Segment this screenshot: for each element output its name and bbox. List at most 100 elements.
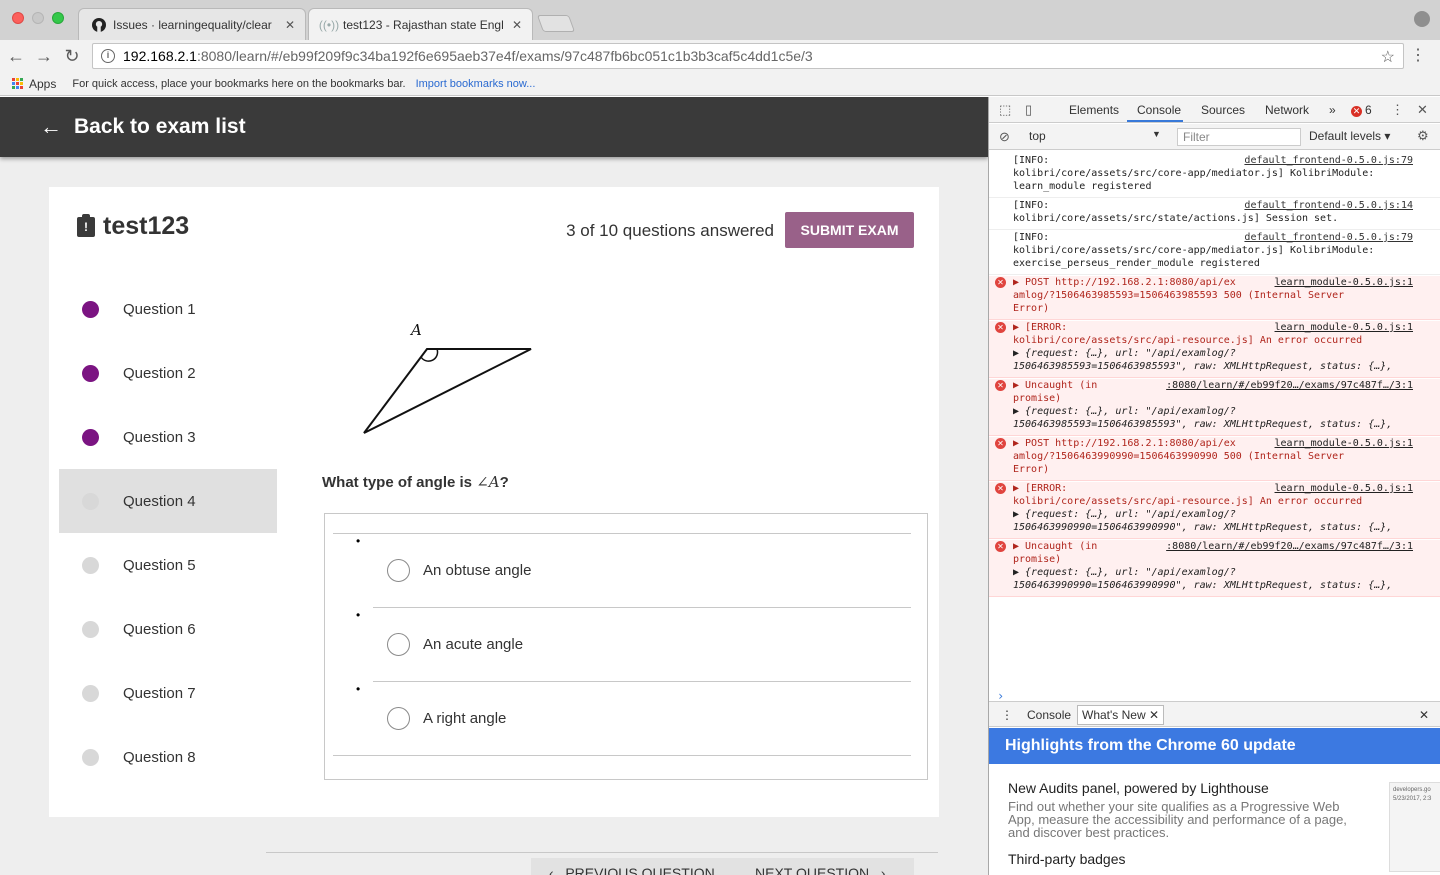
error-count: 6: [1365, 103, 1372, 117]
unanswered-dot-icon: [82, 492, 99, 510]
forward-icon[interactable]: →: [34, 46, 54, 66]
error-icon: ✕: [995, 322, 1006, 333]
console-line: kolibri/core/assets/src/api-resource.js]…: [1013, 496, 1363, 507]
browser-tab-issues[interactable]: Issues · learningequality/clear ✕: [78, 8, 306, 40]
tab-sources[interactable]: Sources: [1201, 103, 1245, 117]
source-link[interactable]: learn_module-0.5.0.js:1: [1275, 276, 1413, 289]
browser-tab-title: Issues · learningequality/clear: [113, 17, 272, 32]
console-messages: › default_frontend-0.5.0.js:79 [INFO: koli…: [989, 151, 1440, 703]
answer-option[interactable]: An acute angle: [373, 608, 911, 682]
whats-new-banner: Highlights from the Chrome 60 update: [989, 728, 1440, 764]
console-error-message[interactable]: ✕:8080/learn/#/eb99f20…/exams/97c487f…/3…: [989, 540, 1440, 597]
close-icon[interactable]: ✕: [285, 18, 295, 32]
profile-icon[interactable]: [1414, 11, 1430, 27]
question-nav-item[interactable]: Question 6: [59, 597, 277, 661]
source-link[interactable]: default_frontend-0.5.0.js:79: [1244, 154, 1413, 167]
reload-icon[interactable]: ↻: [62, 46, 82, 66]
console-error-message[interactable]: ✕ learn_module-0.5.0.js:1 ▶ POST http://19…: [989, 437, 1440, 481]
browser-menu-icon[interactable]: ⋮: [1410, 46, 1426, 66]
close-icon[interactable]: ✕: [1149, 708, 1159, 722]
chevron-down-icon[interactable]: ▼: [1152, 129, 1161, 139]
browser-tab-title: test123 - Rajasthan state Engl: [343, 17, 504, 32]
exam-title: test123: [103, 212, 190, 240]
close-window-button[interactable]: [12, 12, 24, 24]
kolibri-icon: ((•)): [318, 17, 340, 32]
log-levels-dropdown[interactable]: Default levels ▾: [1309, 129, 1390, 143]
back-to-exam-list-link[interactable]: Back to exam list: [74, 115, 246, 139]
error-count-badge[interactable]: ✕ 6: [1351, 103, 1372, 117]
submit-exam-button[interactable]: SUBMIT EXAM: [785, 212, 914, 248]
inspect-element-icon[interactable]: ⬚: [999, 102, 1011, 118]
url-host: 192.168.2.1: [123, 48, 197, 64]
info-icon[interactable]: i: [101, 49, 115, 63]
source-link[interactable]: :8080/learn/#/eb99f20…/exams/97c487f…/3:…: [1166, 540, 1413, 553]
back-arrow-icon[interactable]: ←: [40, 114, 62, 140]
radio-button[interactable]: [387, 559, 410, 582]
source-link[interactable]: :8080/learn/#/eb99f20…/exams/97c487f…/3:…: [1166, 379, 1413, 392]
device-toolbar-icon[interactable]: ▯: [1025, 102, 1032, 118]
next-question-button[interactable]: NEXT QUESTION ›: [755, 865, 885, 875]
minimize-window-button[interactable]: [32, 12, 44, 24]
console-line: 1506463985593=1506463985593", raw: XMLHt…: [1013, 419, 1393, 430]
whats-new-item-title[interactable]: Third-party badges: [1008, 851, 1126, 867]
console-info-message[interactable]: default_frontend-0.5.0.js:79 [INFO: kolibr…: [989, 154, 1440, 198]
exam-clipboard-icon: !: [77, 214, 95, 237]
console-info-message[interactable]: default_frontend-0.5.0.js:79 [INFO: kolibr…: [989, 231, 1440, 275]
console-filter-input[interactable]: Filter: [1177, 128, 1301, 146]
apps-label[interactable]: Apps: [29, 77, 56, 91]
question-nav-item[interactable]: Question 2: [59, 341, 277, 405]
devtools-menu-icon[interactable]: ⋮: [1391, 102, 1404, 118]
console-line: kolibri/core/assets/src/api-resource.js]…: [1013, 335, 1363, 346]
tab-console[interactable]: Console: [1137, 103, 1181, 117]
radio-button[interactable]: [387, 633, 410, 656]
source-link[interactable]: learn_module-0.5.0.js:1: [1275, 321, 1413, 334]
close-drawer-icon[interactable]: ✕: [1419, 708, 1429, 722]
question-nav-item[interactable]: Question 5: [59, 533, 277, 597]
tab-elements[interactable]: Elements: [1069, 103, 1119, 117]
drawer-tab-whats-new[interactable]: What's New ✕: [1077, 705, 1165, 725]
answer-option[interactable]: A right angle: [373, 682, 911, 756]
zoom-window-button[interactable]: [52, 12, 64, 24]
more-tabs-icon[interactable]: »: [1329, 103, 1336, 117]
source-link[interactable]: learn_module-0.5.0.js:1: [1275, 482, 1413, 495]
question-nav-item[interactable]: Question 1: [59, 287, 277, 341]
gear-icon[interactable]: ⚙: [1417, 128, 1429, 144]
import-bookmarks-link[interactable]: Import bookmarks now...: [416, 78, 536, 90]
close-icon[interactable]: ✕: [512, 18, 522, 32]
source-link[interactable]: learn_module-0.5.0.js:1: [1275, 437, 1413, 450]
question-nav-item[interactable]: Question 4: [59, 469, 277, 533]
answered-count: 3 of 10 questions answered: [566, 221, 774, 240]
bookmark-star-icon[interactable]: ☆: [1381, 47, 1395, 67]
context-selector[interactable]: top: [1029, 129, 1046, 143]
console-error-message[interactable]: ✕:8080/learn/#/eb99f20…/exams/97c487f…/3…: [989, 379, 1440, 436]
whats-new-item-title[interactable]: New Audits panel, powered by Lighthouse: [1008, 780, 1269, 796]
tab-network[interactable]: Network: [1265, 103, 1309, 117]
answer-option[interactable]: An obtuse angle: [373, 534, 911, 608]
question-nav-item[interactable]: Question 7: [59, 661, 277, 725]
apps-icon[interactable]: [12, 78, 23, 89]
new-tab-button[interactable]: [536, 15, 576, 32]
next-question-label: NEXT QUESTION: [755, 865, 870, 875]
answered-dot-icon: [82, 300, 99, 318]
previous-question-button[interactable]: ‹ PREVIOUS QUESTION: [549, 865, 715, 875]
console-line: ▶ {request: {…}, url: "/api/examlog/?: [1013, 567, 1236, 578]
answered-dot-icon: [82, 364, 99, 382]
question-nav-item[interactable]: Question 3: [59, 405, 277, 469]
back-icon[interactable]: ←: [6, 46, 26, 66]
drawer-tab-console[interactable]: Console: [1027, 708, 1071, 722]
console-error-message[interactable]: ✕ learn_module-0.5.0.js:1 ▶ POST http://19…: [989, 276, 1440, 320]
question-nav-item[interactable]: Question 8: [59, 725, 277, 776]
console-line: Error): [1013, 464, 1050, 475]
drawer-menu-icon[interactable]: ⋮: [1001, 708, 1013, 722]
source-link[interactable]: default_frontend-0.5.0.js:79: [1244, 231, 1413, 244]
console-info-message[interactable]: default_frontend-0.5.0.js:14 [INFO: kolibr…: [989, 199, 1440, 230]
radio-button[interactable]: [387, 707, 410, 730]
source-link[interactable]: default_frontend-0.5.0.js:14: [1244, 199, 1413, 212]
address-bar[interactable]: i 192.168.2.1:8080/learn/#/eb99f209f9c34…: [92, 43, 1404, 69]
clear-console-icon[interactable]: ⊘: [999, 129, 1010, 145]
browser-tab-test123[interactable]: ((•)) test123 - Rajasthan state Engl ✕: [308, 8, 533, 40]
close-devtools-icon[interactable]: ✕: [1417, 102, 1428, 118]
console-line: 1506463990990=1506463990990", raw: XMLHt…: [1013, 522, 1393, 533]
console-error-message[interactable]: ✕ learn_module-0.5.0.js:1 ▶ [ERROR: kolibri…: [989, 321, 1440, 378]
console-error-message[interactable]: ✕ learn_module-0.5.0.js:1 ▶ [ERROR: kolibri…: [989, 482, 1440, 539]
